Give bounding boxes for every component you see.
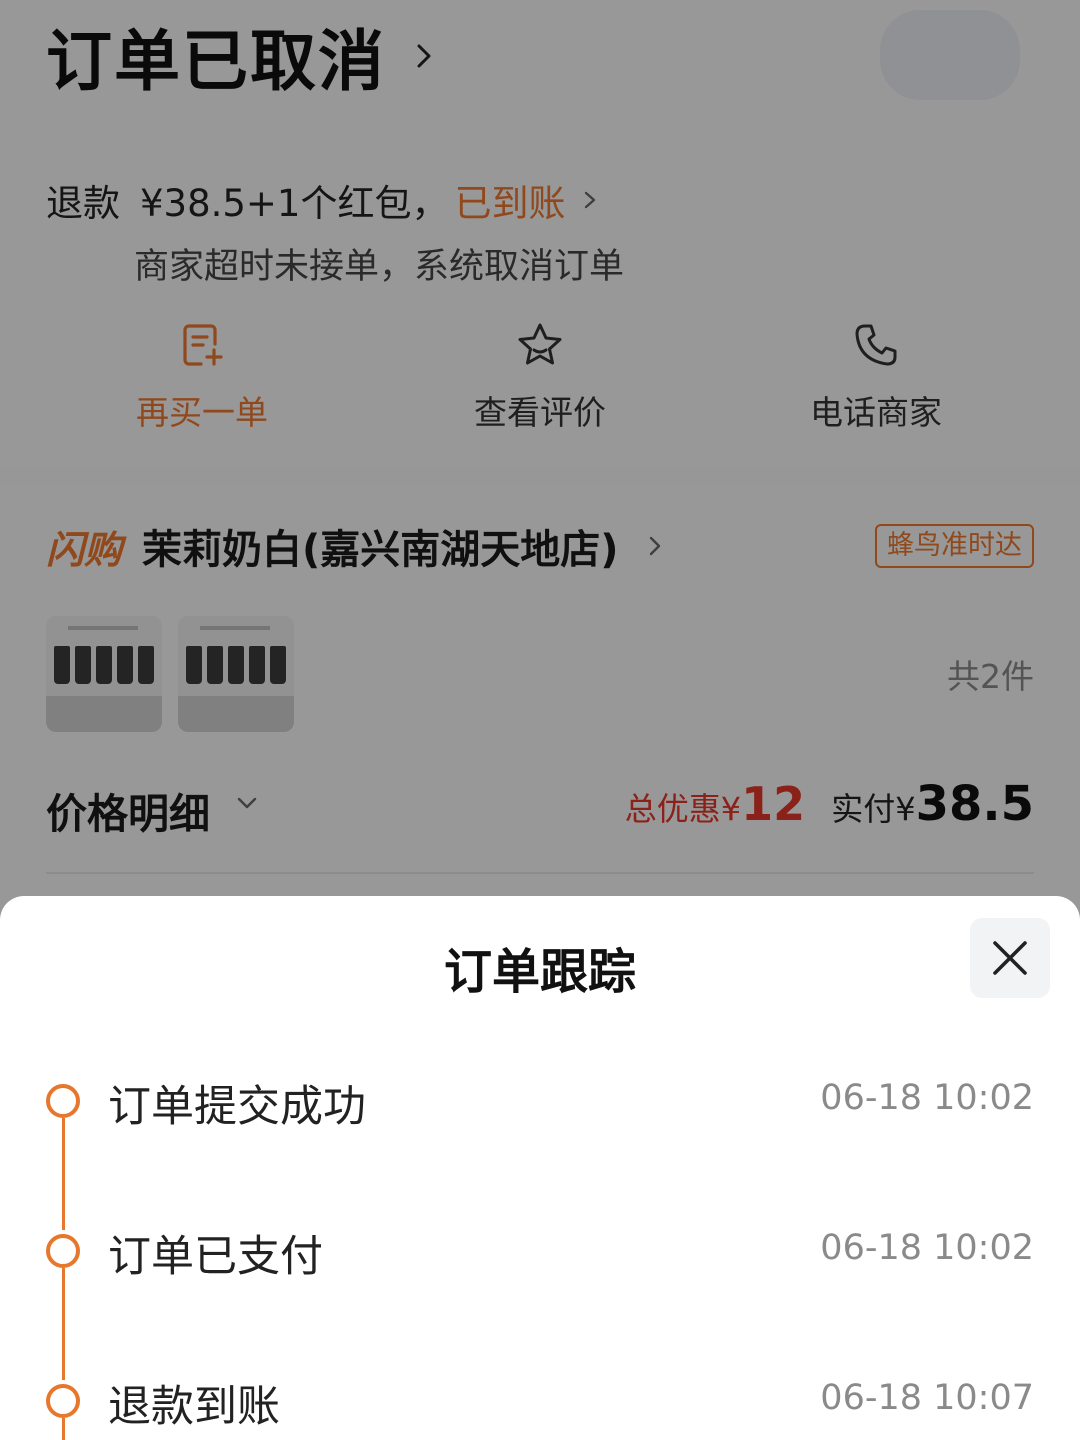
tracking-timeline: 订单提交成功 06-18 10:02 订单已支付 06-18 10:02 退款到… (0, 896, 1080, 1440)
timeline-connector (62, 1268, 65, 1380)
timeline-event-time: 06-18 10:07 (820, 1378, 1034, 1418)
timeline-dot (46, 1234, 80, 1268)
timeline-item: 订单提交成功 06-18 10:02 (0, 1072, 1080, 1132)
timeline-connector (62, 1118, 65, 1230)
timeline-item: 退款到账 06-18 10:07 (0, 1372, 1080, 1432)
order-tracking-sheet: 订单跟踪 订单提交成功 06-18 10:02 订单已支付 06-18 10:0… (0, 896, 1080, 1440)
timeline-event-label: 订单提交成功 (108, 1082, 366, 1132)
timeline-dot (46, 1384, 80, 1418)
timeline-event-time: 06-18 10:02 (820, 1078, 1034, 1118)
timeline-event-label: 订单已支付 (108, 1232, 323, 1282)
timeline-event-label: 退款到账 (108, 1382, 280, 1432)
timeline-dot (46, 1084, 80, 1118)
timeline-item: 订单已支付 06-18 10:02 (0, 1222, 1080, 1282)
timeline-event-time: 06-18 10:02 (820, 1228, 1034, 1268)
